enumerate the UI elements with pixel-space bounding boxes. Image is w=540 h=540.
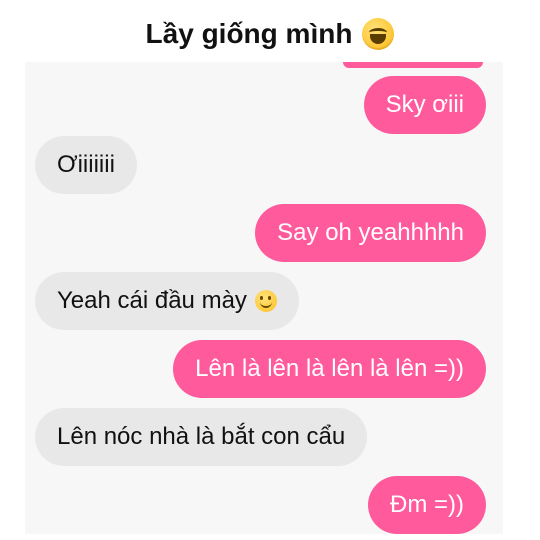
message-bubble-received[interactable]: Yeah cái đầu mày xyxy=(35,272,299,330)
message-text: Sky ơiii xyxy=(385,91,464,118)
caption-text: Lầy giống mình xyxy=(145,18,353,49)
partial-sent-bubble xyxy=(343,62,483,68)
laughing-tears-emoji-icon xyxy=(362,18,395,50)
message-bubble-sent[interactable]: Say oh yeahhhhh xyxy=(255,204,486,262)
message-text: Yeah cái đầu mày xyxy=(57,287,247,314)
message-text: Say oh yeahhhhh xyxy=(277,219,464,246)
chat-thread: Sky ơiii Ơiiiiiii Say oh yeahhhhh Yeah c… xyxy=(25,62,503,534)
message-text: Ơiiiiiii xyxy=(57,151,115,178)
message-bubble-sent[interactable]: Đm =)) xyxy=(368,476,486,534)
message-bubble-sent[interactable]: Sky ơiii xyxy=(363,76,486,134)
smiling-face-icon xyxy=(254,290,277,312)
message-text: Lên là lên là lên là lên =)) xyxy=(195,355,464,382)
message-bubble-sent[interactable]: Lên là lên là lên là lên =)) xyxy=(173,340,486,398)
meme-caption: Lầy giống mình xyxy=(0,18,540,50)
message-bubble-received[interactable]: Lên nóc nhà là bắt con cẩu xyxy=(35,408,368,466)
message-bubble-received[interactable]: Ơiiiiiii xyxy=(35,136,137,194)
message-text: Lên nóc nhà là bắt con cẩu xyxy=(57,423,346,450)
message-text: Đm =)) xyxy=(390,491,464,518)
